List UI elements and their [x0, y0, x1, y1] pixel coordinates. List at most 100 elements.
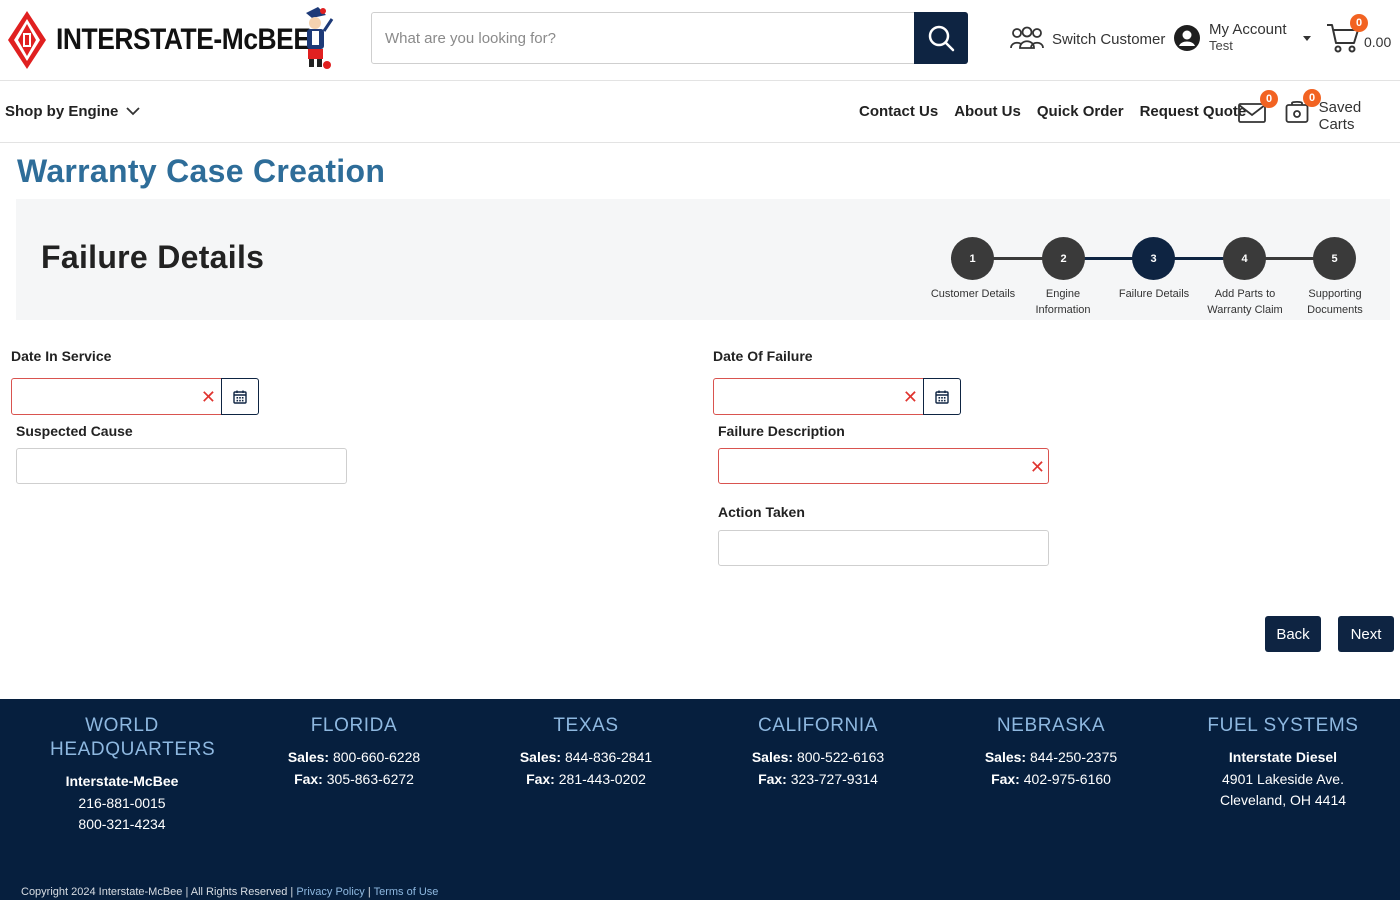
footer-heading: FLORIDA	[310, 715, 398, 736]
footer-line: Sales: 844-250-2375	[984, 749, 1118, 765]
clear-failure-description-icon[interactable]: ✕	[1030, 458, 1045, 476]
privacy-policy-link[interactable]: Privacy Policy	[296, 886, 364, 898]
date-in-service-calendar-button[interactable]	[221, 378, 259, 415]
footer-line: Fax: 305-863-6272	[294, 770, 414, 787]
brand-logo[interactable]: INTERSTATE-McBEE	[4, 5, 336, 71]
caret-down-icon	[1302, 35, 1311, 41]
calendar-icon	[233, 390, 247, 404]
footer-heading: WORLD HEADQUARTERS	[50, 715, 216, 760]
search-icon	[928, 25, 955, 52]
clear-date-in-service-icon[interactable]: ✕	[201, 388, 216, 406]
account-user-name: Test	[1209, 38, 1233, 53]
footer-line: 800-321-4234	[78, 816, 166, 832]
footer-location-fuel-systems: FUEL SYSTEMS Interstate Diesel 4901 Lake…	[1167, 714, 1399, 812]
copyright-text: Copyright 2024 Interstate-McBee | All Ri…	[21, 886, 297, 898]
footer-line: Sales: 800-522-6163	[751, 749, 885, 765]
action-taken-input[interactable]	[718, 530, 1049, 566]
site-header: INTERSTATE-McBEE What are you looking fo…	[0, 0, 1400, 81]
footer-heading: CALIFORNIA	[757, 715, 879, 736]
footer-line: Interstate-McBee	[65, 773, 179, 789]
switch-customer-label: Switch Customer	[1052, 30, 1166, 48]
next-button[interactable]: Next	[1338, 616, 1394, 652]
search-bar	[371, 12, 968, 64]
footer-line: Sales: 844-836-2841	[519, 749, 653, 765]
terms-of-use-link[interactable]: Terms of Use	[374, 886, 439, 898]
messages-button[interactable]: 0	[1238, 90, 1278, 126]
step-4-circle[interactable]: 4	[1223, 237, 1266, 280]
footer-line: 216-881-0015	[78, 794, 166, 811]
failure-description-input[interactable]: ✕	[718, 448, 1049, 484]
main-nav: Shop by Engine Contact Us About Us Quick…	[0, 81, 1400, 143]
cart-total: 0.00	[1364, 34, 1392, 50]
step-5-label: Supporting Documents	[1307, 288, 1363, 316]
date-of-failure-calendar-button[interactable]	[923, 378, 961, 415]
step-header-panel: Failure Details 1 2 3 4 5 Customer Detai…	[16, 199, 1390, 320]
nav-contact-us[interactable]: Contact Us	[859, 103, 938, 120]
page-title: Warranty Case Creation	[17, 153, 386, 189]
search-button[interactable]	[914, 12, 968, 64]
step-1-circle[interactable]: 1	[951, 237, 994, 280]
switch-customer-button[interactable]: Switch Customer	[1010, 24, 1165, 54]
footer-line: Fax: 323-727-9314	[758, 770, 878, 787]
chevron-down-icon	[126, 107, 140, 116]
suspected-cause-label: Suspected Cause	[16, 423, 133, 439]
date-in-service-field: ✕	[11, 378, 259, 415]
cart-button[interactable]: 0 0.00	[1326, 14, 1398, 58]
saved-carts-label: Saved Carts	[1318, 99, 1362, 133]
step-2-label: Engine Information	[1035, 288, 1091, 316]
brand-wordmark: INTERSTATE-McBEE	[56, 23, 311, 56]
footer-line: Interstate Diesel	[1228, 749, 1338, 765]
saved-carts-count-badge: 0	[1303, 89, 1321, 107]
footer-location-california: CALIFORNIA Sales: 800-522-6163 Fax: 323-…	[702, 714, 934, 790]
suspected-cause-input[interactable]	[16, 448, 347, 484]
saved-carts-button[interactable]: 0 Saved Carts	[1285, 89, 1400, 133]
footer-heading: NEBRASKA	[996, 715, 1106, 736]
clear-date-of-failure-icon[interactable]: ✕	[903, 388, 918, 406]
footer-line: Fax: 281-443-0202	[526, 770, 646, 787]
shop-by-engine-label: Shop by Engine	[5, 103, 119, 120]
cart-count-badge: 0	[1350, 14, 1368, 32]
footer-line: Fax: 402-975-6160	[991, 770, 1111, 787]
mail-count-badge: 0	[1260, 90, 1278, 108]
date-of-failure-field: ✕	[713, 378, 961, 415]
step-3-circle[interactable]: 3	[1132, 237, 1175, 280]
my-account-label: My Account	[1209, 21, 1287, 38]
user-avatar-icon	[1174, 25, 1200, 51]
footer-line: Sales: 800-660-6228	[287, 749, 421, 765]
logo-diamond-icon	[8, 11, 46, 69]
footer-heading: FUEL SYSTEMS	[1207, 715, 1359, 736]
date-in-service-label: Date In Service	[11, 348, 112, 364]
copyright-separator: |	[364, 886, 374, 898]
step-4-label: Add Parts to Warranty Claim	[1207, 288, 1283, 316]
footer-heading: TEXAS	[553, 715, 619, 736]
search-input[interactable]	[372, 13, 914, 63]
date-of-failure-input[interactable]: ✕	[713, 378, 925, 415]
nav-request-quote[interactable]: Request Quote	[1140, 103, 1247, 120]
footer-location-texas: TEXAS Sales: 844-836-2841 Fax: 281-443-0…	[470, 714, 702, 790]
progress-stepper: 1 2 3 4 5 Customer Details Engine Inform…	[911, 237, 1381, 317]
footer-line: 4901 Lakeside Ave.	[1222, 770, 1344, 787]
nav-about-us[interactable]: About Us	[954, 103, 1021, 120]
date-of-failure-label: Date Of Failure	[713, 348, 813, 364]
back-button[interactable]: Back	[1265, 616, 1321, 652]
site-footer: WORLD HEADQUARTERS Interstate-McBee 216-…	[0, 699, 1400, 900]
section-title: Failure Details	[41, 239, 265, 275]
my-account-menu[interactable]: My Account Test	[1173, 20, 1311, 56]
copyright-notice: Copyright 2024 Interstate-McBee | All Ri…	[21, 886, 438, 898]
shop-by-engine-menu[interactable]: Shop by Engine	[5, 103, 140, 120]
action-taken-label: Action Taken	[718, 504, 805, 520]
mascot-icon	[306, 7, 334, 69]
step-2-circle[interactable]: 2	[1042, 237, 1085, 280]
nav-links: Contact Us About Us Quick Order Request …	[859, 103, 1246, 120]
footer-location-nebraska: NEBRASKA Sales: 844-250-2375 Fax: 402-97…	[935, 714, 1167, 790]
nav-quick-order[interactable]: Quick Order	[1037, 103, 1124, 120]
mail-icon	[1238, 103, 1266, 123]
footer-location-hq: WORLD HEADQUARTERS Interstate-McBee 216-…	[6, 714, 238, 836]
step-3-label: Failure Details	[1118, 288, 1190, 300]
step-5-circle[interactable]: 5	[1313, 237, 1356, 280]
calendar-icon	[935, 390, 949, 404]
users-icon	[1010, 26, 1044, 49]
footer-location-florida: FLORIDA Sales: 800-660-6228 Fax: 305-863…	[238, 714, 470, 790]
footer-line: Cleveland, OH 4414	[1219, 792, 1347, 808]
date-in-service-input[interactable]: ✕	[11, 378, 223, 415]
